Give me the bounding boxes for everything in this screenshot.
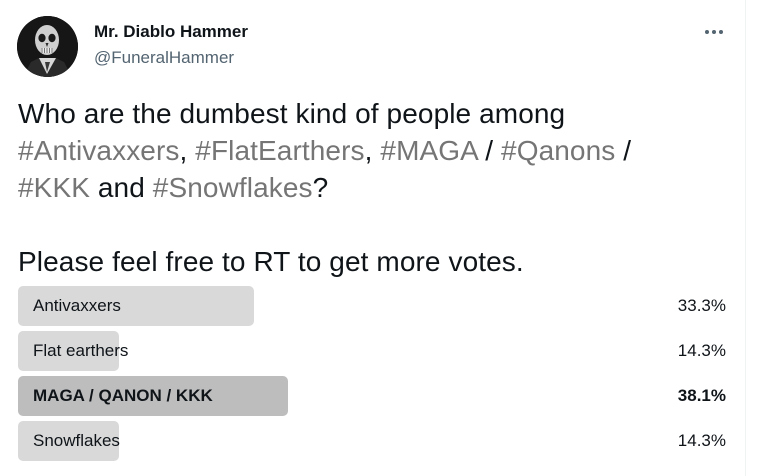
hashtag-link[interactable]: #MAGA [380, 135, 477, 166]
poll-option[interactable]: Snowflakes 14.3% [18, 421, 726, 461]
tweet-text-segment: , [179, 135, 196, 166]
tweet-text-segment: Who are the dumbest kind of people among [18, 98, 566, 129]
poll: Antivaxxers 33.3% Flat earthers 14.3% MA… [18, 286, 726, 466]
more-dots-icon [705, 30, 723, 34]
tweet-line: #Antivaxxers, #FlatEarthers, #MAGA / #Qa… [18, 132, 728, 169]
poll-option-percent: 33.3% [677, 296, 726, 315]
poll-option[interactable]: Flat earthers 14.3% [18, 331, 726, 371]
skull-avatar-icon [17, 16, 78, 77]
tweet-text-segment: / [477, 135, 502, 166]
poll-option-label: Antivaxxers [33, 296, 121, 315]
poll-option-label: MAGA / QANON / KKK [33, 386, 213, 405]
poll-option[interactable]: MAGA / QANON / KKK 38.1% [18, 376, 726, 416]
more-options-button[interactable] [701, 22, 727, 42]
author-name[interactable]: Mr. Diablo Hammer [94, 22, 248, 42]
author-handle[interactable]: @FuneralHammer [94, 48, 234, 68]
tweet-text-segment: Please feel free to RT to get more votes… [18, 246, 524, 277]
poll-option-label: Snowflakes [33, 431, 120, 450]
hashtag-link[interactable]: #Snowflakes [153, 172, 313, 203]
paragraph-break [18, 206, 728, 243]
tweet-text: Who are the dumbest kind of people among… [18, 95, 728, 280]
avatar[interactable] [17, 16, 78, 77]
tweet-text-segment: / [615, 135, 632, 166]
tweet-line: Who are the dumbest kind of people among [18, 95, 728, 132]
tweet-text-segment: ? [312, 172, 329, 203]
hashtag-link[interactable]: #Antivaxxers [18, 135, 180, 166]
tweet-text-segment: and [90, 172, 153, 203]
hashtag-link[interactable]: #KKK [18, 172, 90, 203]
tweet-line: Please feel free to RT to get more votes… [18, 243, 728, 280]
tweet-card: Mr. Diablo Hammer @FuneralHammer Who are… [0, 0, 746, 476]
poll-option-percent: 14.3% [677, 431, 726, 450]
hashtag-link[interactable]: #FlatEarthers [195, 135, 364, 166]
tweet-text-segment: , [364, 135, 381, 166]
poll-option-label: Flat earthers [33, 341, 129, 360]
poll-option-percent: 38.1% [677, 386, 726, 405]
hashtag-link[interactable]: #Qanons [501, 135, 615, 166]
poll-option[interactable]: Antivaxxers 33.3% [18, 286, 726, 326]
tweet-line: #KKK and #Snowflakes? [18, 169, 728, 206]
poll-option-percent: 14.3% [677, 341, 726, 360]
